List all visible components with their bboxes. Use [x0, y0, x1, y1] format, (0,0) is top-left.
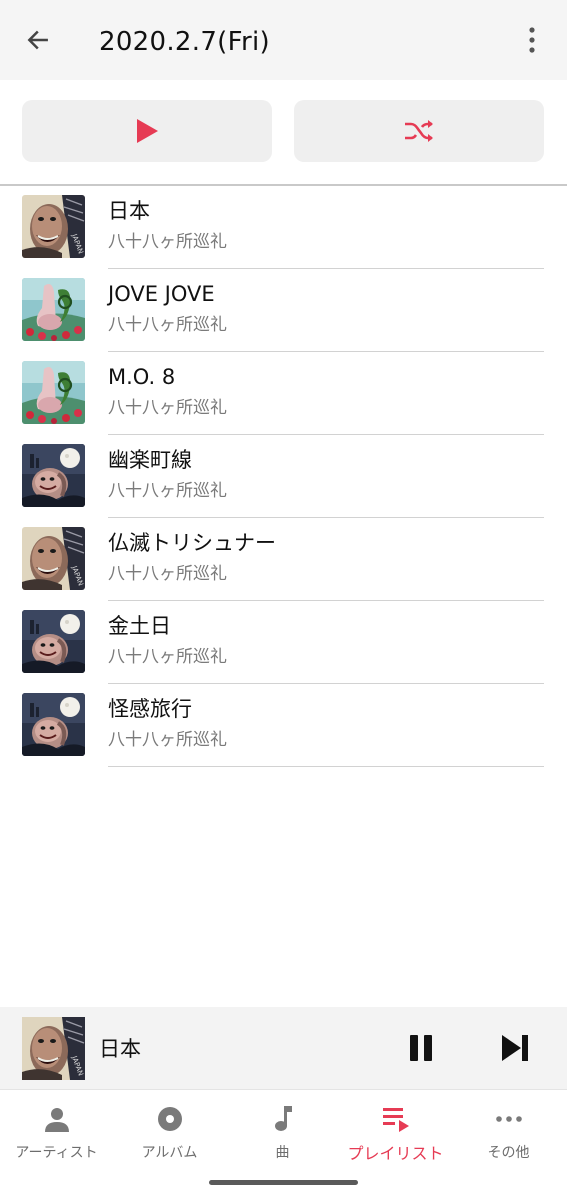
track-row[interactable]: M.O. 8 八十八ヶ所巡礼	[0, 352, 567, 435]
page-title: 2020.2.7(Fri)	[99, 27, 270, 57]
app-bar: 2020.2.7(Fri)	[0, 0, 567, 80]
now-playing-album-art	[22, 1017, 85, 1080]
track-row[interactable]: 金土日 八十八ヶ所巡礼	[0, 601, 567, 684]
nav-label: その他	[487, 1145, 530, 1161]
track-title: 仏滅トリシュナー	[108, 531, 276, 555]
person-icon	[40, 1102, 74, 1136]
track-album: 八十八ヶ所巡礼	[108, 232, 227, 252]
track-row[interactable]: 日本 八十八ヶ所巡礼	[0, 186, 567, 269]
nav-label: プレイリスト	[347, 1144, 444, 1163]
track-row[interactable]: 幽楽町線 八十八ヶ所巡礼	[0, 435, 567, 518]
disc-icon	[153, 1102, 187, 1136]
track-title: 幽楽町線	[108, 448, 192, 472]
track-row[interactable]: 怪感旅行 八十八ヶ所巡礼	[0, 684, 567, 767]
nav-item-playlists[interactable]: プレイリスト	[339, 1098, 452, 1168]
nav-item-artists[interactable]: アーティスト	[0, 1098, 113, 1168]
shuffle-icon	[405, 120, 433, 142]
nav-label: アーティスト	[15, 1145, 98, 1161]
nav-item-albums[interactable]: アルバム	[113, 1098, 226, 1168]
track-title: JOVE JOVE	[108, 282, 215, 306]
track-album: 八十八ヶ所巡礼	[108, 398, 227, 418]
skip-next-icon[interactable]	[494, 1027, 536, 1069]
track-row[interactable]: 仏滅トリシュナー 八十八ヶ所巡礼	[0, 518, 567, 601]
more-vertical-icon[interactable]	[512, 20, 552, 60]
album-art	[22, 610, 85, 673]
back-arrow-icon[interactable]	[18, 20, 58, 60]
track-album: 八十八ヶ所巡礼	[108, 481, 227, 501]
play-all-button[interactable]	[22, 100, 272, 162]
play-icon	[137, 119, 158, 143]
shuffle-button[interactable]	[294, 100, 544, 162]
nav-label: アルバム	[141, 1145, 198, 1161]
row-divider	[108, 765, 544, 767]
track-title: 日本	[108, 199, 150, 223]
pause-icon[interactable]	[400, 1027, 442, 1069]
track-title: 怪感旅行	[108, 697, 192, 721]
track-album: 八十八ヶ所巡礼	[108, 315, 227, 335]
track-list: 日本 八十八ヶ所巡礼 JOVE JOVE 八十八ヶ所巡礼 M.O. 8 八十八ヶ…	[0, 186, 567, 767]
track-row[interactable]: JOVE JOVE 八十八ヶ所巡礼	[0, 269, 567, 352]
more-horizontal-icon	[492, 1102, 526, 1136]
track-album: 八十八ヶ所巡礼	[108, 730, 227, 750]
album-art	[22, 361, 85, 424]
track-title: M.O. 8	[108, 365, 176, 389]
track-album: 八十八ヶ所巡礼	[108, 564, 227, 584]
music-note-icon	[266, 1102, 300, 1136]
album-art	[22, 527, 85, 590]
now-playing-title: 日本	[99, 1037, 141, 1061]
album-art	[22, 195, 85, 258]
playlist-icon	[379, 1102, 413, 1136]
album-art	[22, 693, 85, 756]
track-album: 八十八ヶ所巡礼	[108, 647, 227, 667]
album-art	[22, 444, 85, 507]
album-art	[22, 278, 85, 341]
now-playing-bar[interactable]: 日本	[0, 1007, 567, 1089]
nav-label: 曲	[275, 1145, 290, 1161]
playlist-actions	[0, 80, 567, 184]
home-indicator[interactable]	[209, 1180, 358, 1185]
track-title: 金土日	[108, 614, 171, 638]
nav-item-more[interactable]: その他	[452, 1098, 565, 1168]
nav-item-songs[interactable]: 曲	[226, 1098, 339, 1168]
